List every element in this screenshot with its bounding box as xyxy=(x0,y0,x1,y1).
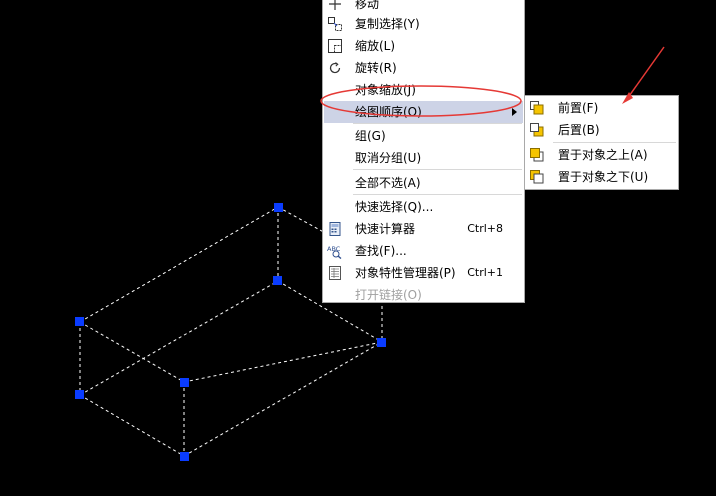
menu-item-label: 缩放(L) xyxy=(355,39,396,53)
find-abc-icon: ABC xyxy=(327,245,342,259)
menu-separator xyxy=(353,194,522,195)
menu-item-ungroup[interactable]: 取消分组(U) xyxy=(324,147,523,169)
menu-item-draw-order[interactable]: 绘图顺序(O) xyxy=(324,101,523,123)
menu-item-label: 绘图顺序(O) xyxy=(355,105,422,119)
menu-item-rotate[interactable]: 旋转(R) xyxy=(324,57,523,79)
menu-item-label: 查找(F)... xyxy=(355,244,407,258)
submenu-item-under-object[interactable]: 置于对象之下(U) xyxy=(526,166,677,188)
properties-icon xyxy=(329,266,341,280)
menu-item-label: 组(G) xyxy=(355,129,386,143)
menu-item-label: 复制选择(Y) xyxy=(355,17,420,31)
menu-item-label: 对象缩放(J) xyxy=(355,83,416,97)
menu-item-object-scale[interactable]: 对象缩放(J) xyxy=(324,79,523,101)
menu-item-label: 取消分组(U) xyxy=(355,151,422,165)
menu-item-copy-select[interactable]: 复制选择(Y) xyxy=(324,13,523,35)
copy-select-icon xyxy=(328,17,342,31)
submenu-item-label: 置于对象之上(A) xyxy=(558,148,648,162)
grip-point xyxy=(377,338,386,347)
menu-item-shortcut: Ctrl+8 xyxy=(467,222,503,235)
menu-item-label: 快速选择(Q)... xyxy=(355,200,434,214)
menu-separator xyxy=(353,123,522,124)
scale-icon xyxy=(328,39,342,53)
bring-above-object-icon xyxy=(530,148,544,162)
submenu-item-above-object[interactable]: 置于对象之上(A) xyxy=(526,144,677,166)
grip-point xyxy=(75,317,84,326)
grip-point xyxy=(273,276,282,285)
menu-item-deselect-all[interactable]: 全部不选(A) xyxy=(324,172,523,194)
menu-separator xyxy=(353,169,522,170)
submenu-item-send-to-back[interactable]: 后置(B) xyxy=(526,119,677,141)
menu-item-find[interactable]: ABC 查找(F)... xyxy=(324,240,523,262)
bring-to-front-icon xyxy=(530,101,544,115)
menu-item-shortcut: Ctrl+1 xyxy=(467,266,503,279)
rotate-icon xyxy=(329,62,341,74)
menu-item-label: 打开链接(O) xyxy=(355,288,422,302)
send-under-object-icon xyxy=(530,170,544,184)
menu-item-quick-select[interactable]: 快速选择(Q)... xyxy=(324,196,523,218)
context-menu: 移动 复制选择(Y) 缩放(L) 旋转(R) 对象缩放(J) 绘图顺序(O) 组… xyxy=(322,0,525,303)
submenu-item-label: 前置(F) xyxy=(558,101,599,115)
move-icon xyxy=(329,0,341,10)
submenu-item-label: 后置(B) xyxy=(558,123,600,137)
menu-item-group[interactable]: 组(G) xyxy=(324,125,523,147)
submenu-item-label: 置于对象之下(U) xyxy=(558,170,649,184)
calculator-icon xyxy=(329,222,341,236)
menu-item-label: 旋转(R) xyxy=(355,61,397,75)
grip-point xyxy=(180,378,189,387)
grip-point xyxy=(274,203,283,212)
menu-item-label: 对象特性管理器(P) xyxy=(355,266,456,280)
submenu-item-bring-to-front[interactable]: 前置(F) xyxy=(526,97,677,119)
menu-item-label: 全部不选(A) xyxy=(355,176,421,190)
menu-item-quick-calculator[interactable]: 快速计算器 Ctrl+8 xyxy=(324,218,523,240)
menu-item-scale[interactable]: 缩放(L) xyxy=(324,35,523,57)
menu-item-open-link[interactable]: 打开链接(O) xyxy=(324,284,523,306)
menu-separator xyxy=(553,142,676,143)
menu-item-label: 快速计算器 xyxy=(355,222,416,236)
grip-point xyxy=(75,390,84,399)
send-to-back-icon xyxy=(530,123,544,137)
submenu-arrow-icon xyxy=(512,108,517,116)
grip-point xyxy=(180,452,189,461)
menu-item-properties-manager[interactable]: 对象特性管理器(P) Ctrl+1 xyxy=(324,262,523,284)
draw-order-submenu: 前置(F) 后置(B) 置于对象之上(A) 置于对象之下(U) xyxy=(524,95,679,190)
